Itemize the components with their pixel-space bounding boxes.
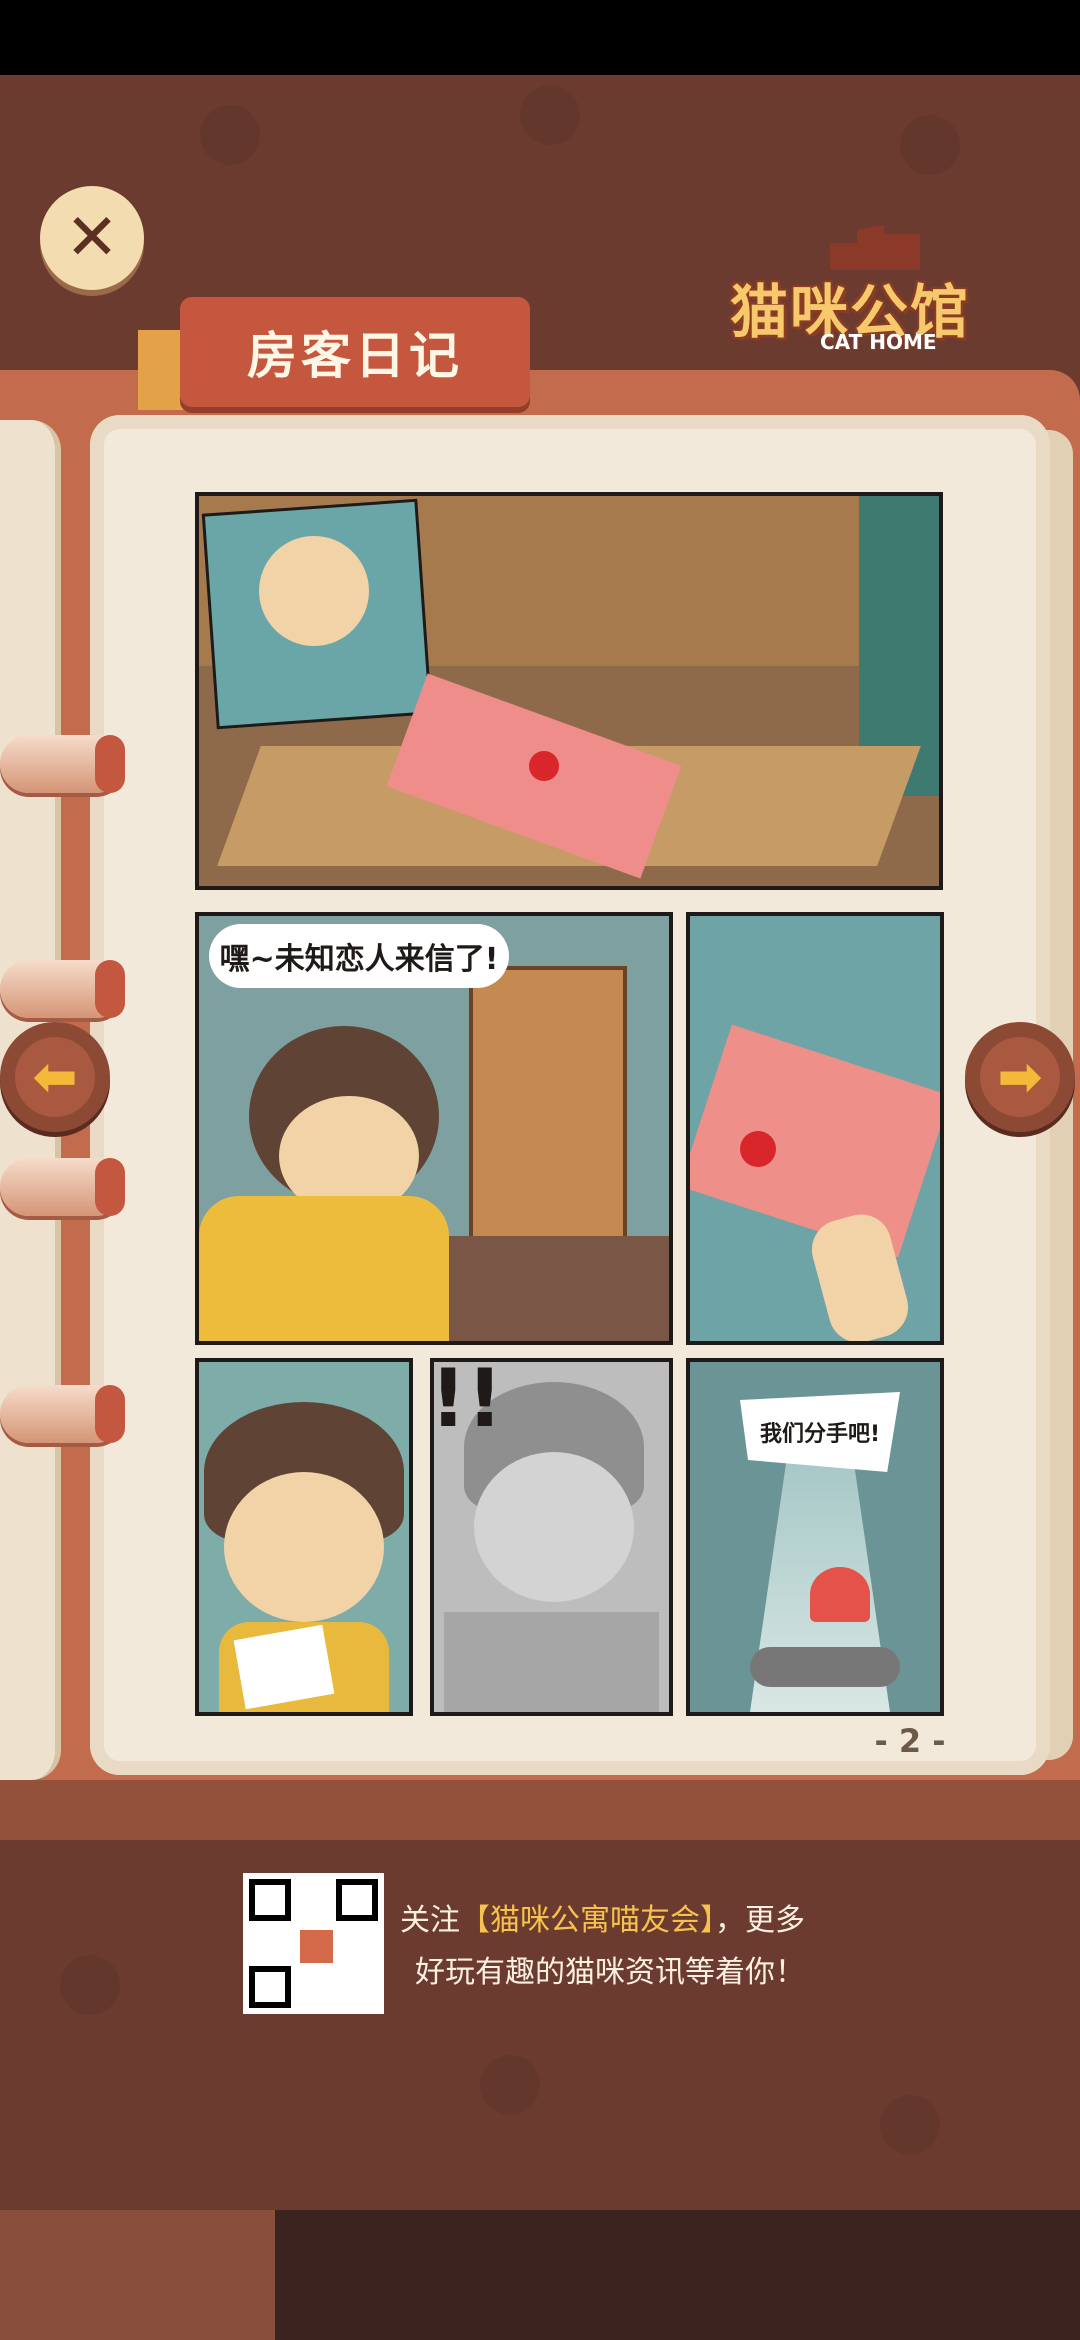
diary-title: 房客日记 xyxy=(247,327,463,385)
prev-page-button[interactable]: ⬅ xyxy=(0,1022,110,1132)
page-number: - 2 - xyxy=(874,1722,946,1760)
comic-panel-2: 嘿~未知恋人来信了! xyxy=(195,912,673,1345)
bottom-strip xyxy=(0,2210,1080,2340)
broken-heart-icon xyxy=(810,1567,870,1622)
follow-line2: 好玩有趣的猫咪资讯等着你！ xyxy=(415,1955,805,1990)
close-button[interactable]: ✕ xyxy=(40,186,144,290)
close-icon: ✕ xyxy=(65,201,119,275)
binder-ring xyxy=(0,735,125,793)
cat-avatar-icon xyxy=(297,1927,336,1966)
comic-panel-1 xyxy=(195,492,943,890)
diary-title-tab: 房客日记 xyxy=(180,297,530,407)
follow-account: 【猫咪公寓喵友会】 xyxy=(460,1903,715,1938)
door xyxy=(469,966,627,1244)
arrow-left-icon: ⬅ xyxy=(32,1045,78,1108)
binder-ring xyxy=(0,1385,125,1443)
follow-promo-text: 关注【猫咪公寓喵友会】，更多 好玩有趣的猫咪资讯等着你！ xyxy=(400,1895,1050,1999)
follow-suffix: ，更多 xyxy=(715,1903,805,1938)
binder-ring xyxy=(0,1158,125,1216)
status-bar xyxy=(0,0,1080,75)
arrow-right-icon: ➡ xyxy=(997,1045,1043,1108)
flower-icon xyxy=(740,1131,776,1167)
game-logo: 猫咪公馆 CAT HOME xyxy=(730,225,1020,355)
next-page-button[interactable]: ➡ xyxy=(965,1022,1075,1132)
qr-code xyxy=(243,1873,384,2014)
binder-ring xyxy=(0,960,125,1018)
comic-panel-4 xyxy=(195,1358,413,1716)
comic-panel-5: !! xyxy=(430,1358,673,1716)
diary-book-base xyxy=(0,1780,1080,1840)
follow-prefix: 关注 xyxy=(400,1903,460,1938)
speech-bubble: 嘿~未知恋人来信了! xyxy=(209,924,509,988)
house-icon xyxy=(830,225,920,270)
comic-panel-6: 我们分手吧! xyxy=(686,1358,944,1716)
flower-icon xyxy=(529,751,559,781)
speech-bubble: 我们分手吧! xyxy=(740,1392,900,1472)
exclamation-mark: !! xyxy=(430,1358,503,1445)
comic-panel-3 xyxy=(686,912,944,1345)
logo-subtitle: CAT HOME xyxy=(820,330,937,354)
